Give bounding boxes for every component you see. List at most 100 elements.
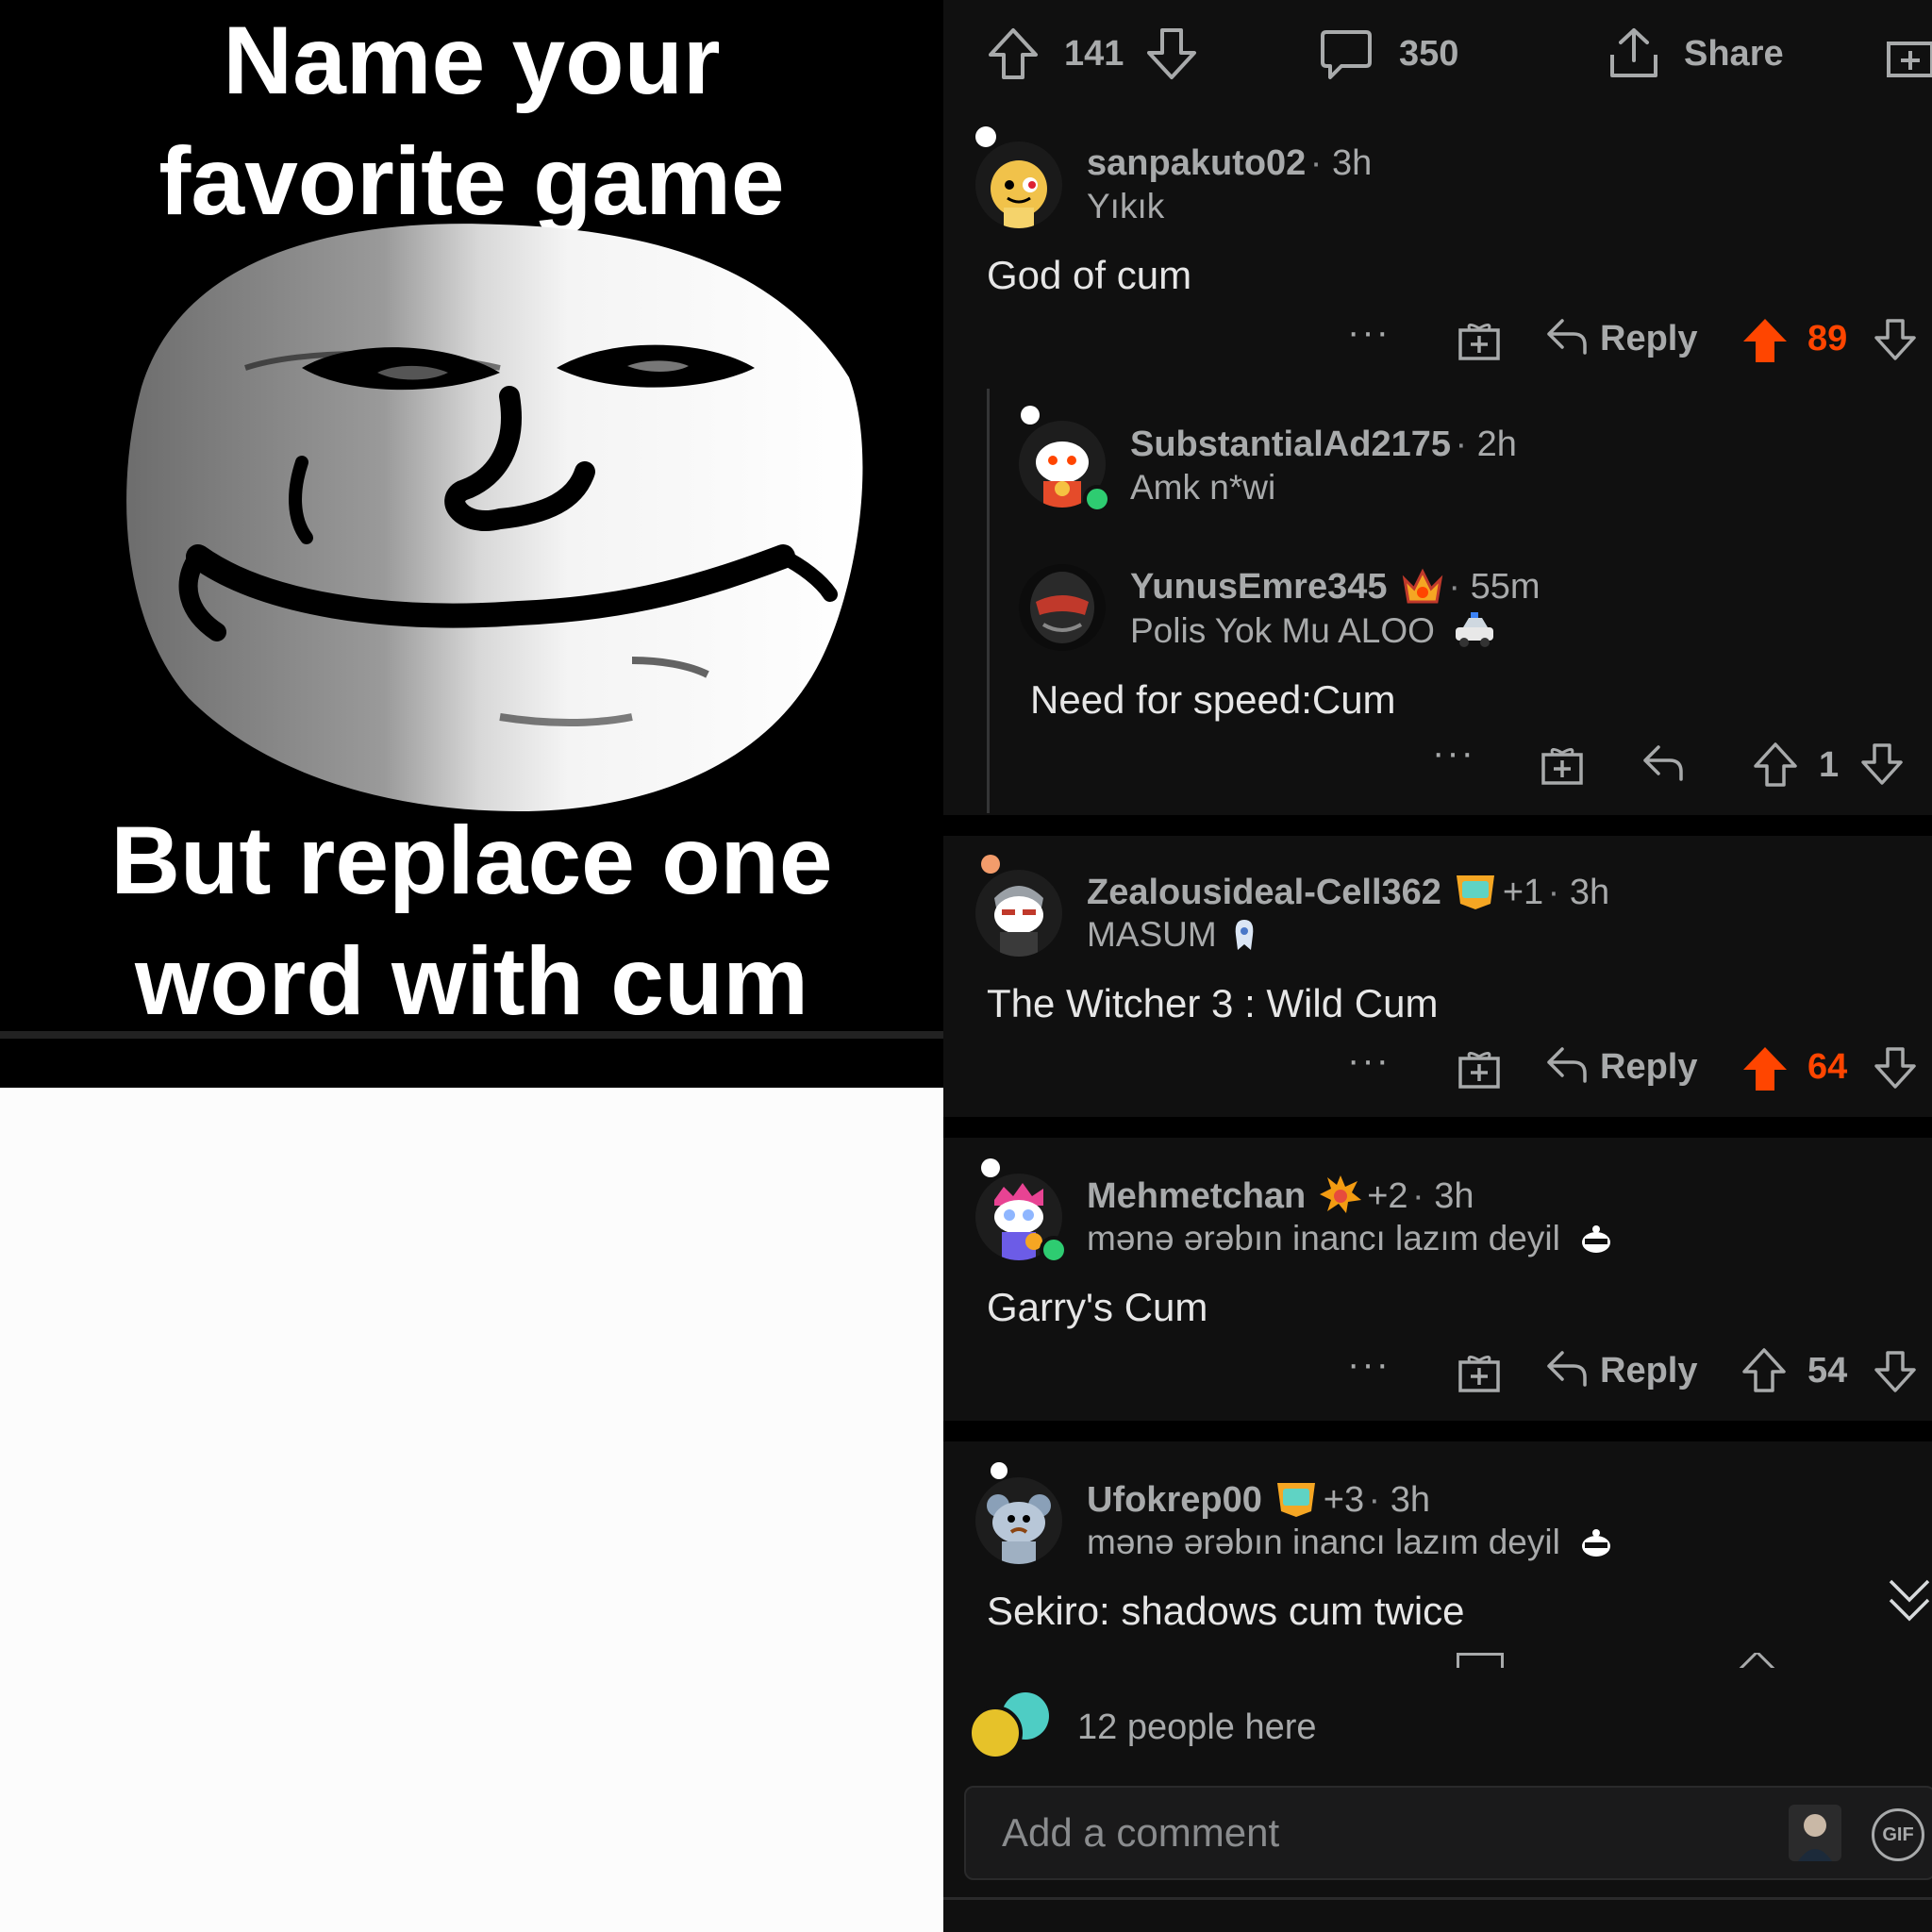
user-flair: Polis Yok Mu ALOO — [1130, 611, 1497, 651]
user-flair: MASUM — [1087, 915, 1257, 955]
avatar[interactable] — [975, 142, 1062, 228]
online-status-indicator — [1083, 485, 1111, 513]
more-options-icon[interactable]: ··· — [1347, 1040, 1391, 1082]
police-car-icon — [1456, 612, 1494, 647]
comment-actions: ··· Reply 64 — [943, 1040, 1932, 1096]
online-status-indicator — [1040, 1236, 1068, 1264]
user-flair: Amk n*wi — [1130, 468, 1276, 507]
user-flair-text: mənə ərəbın inancı lazım deyil — [1087, 1219, 1560, 1257]
reply-arrow-icon[interactable] — [1545, 1349, 1589, 1389]
upvote-arrow-icon[interactable] — [1753, 741, 1798, 789]
downvote-arrow-icon[interactable] — [1860, 741, 1904, 787]
home-indicator-divider — [943, 1897, 1932, 1900]
comment-actions: ··· 1 — [943, 732, 1932, 794]
comment-separator — [943, 815, 1932, 836]
reply-arrow-icon[interactable] — [1545, 317, 1589, 357]
snoo-antenna-icon — [975, 126, 996, 147]
presence-count: 12 people here — [1077, 1707, 1317, 1747]
avatar[interactable] — [975, 1477, 1062, 1564]
comment-score: 54 — [1807, 1351, 1848, 1391]
more-options-icon[interactable]: ··· — [1347, 311, 1391, 354]
reply-button[interactable]: Reply — [1600, 1047, 1697, 1088]
comment-input-placeholder[interactable]: Add a comment — [1002, 1810, 1279, 1856]
comment-score: 89 — [1807, 319, 1848, 358]
sunglasses-snoo-icon — [1582, 1529, 1611, 1557]
meme-bottom-line2: word with cum — [135, 927, 808, 1035]
upvote-arrow-icon[interactable] — [1741, 1045, 1789, 1092]
comment-bubble-icon[interactable] — [1319, 28, 1374, 81]
crown-award-icon — [1402, 568, 1443, 604]
award-count: +2 — [1367, 1176, 1408, 1216]
comment-actions: ··· Reply 54 — [943, 1343, 1932, 1400]
reply-arrow-icon[interactable] — [1545, 1045, 1589, 1085]
comment-separator — [943, 1421, 1932, 1441]
snoo-avatar-icon — [991, 160, 1047, 228]
more-options-icon[interactable]: ··· — [1347, 1343, 1391, 1386]
presence-bar: 12 people here — [943, 1668, 1932, 1781]
downvote-arrow-icon[interactable] — [1874, 1349, 1917, 1394]
comment-actions: ··· Reply 89 — [943, 311, 1932, 368]
comment-count[interactable]: 350 — [1399, 34, 1458, 75]
diamond-award-icon — [1277, 1483, 1316, 1517]
comment-time: 2h — [1476, 425, 1517, 464]
user-flair-text: Polis Yok Mu ALOO — [1130, 611, 1435, 650]
comment-time: 3h — [1569, 873, 1610, 912]
comment-separator — [943, 1117, 1932, 1138]
post-vote-count: 141 — [1064, 34, 1124, 74]
comment-body: Garry's Cum — [987, 1285, 1208, 1329]
comments-panel: 141 350 Share sanpakuto02 · 3h Yıkık God… — [943, 0, 1932, 1932]
sunglasses-snoo-icon — [1582, 1225, 1611, 1253]
avatar-sticker-icon[interactable] — [1789, 1805, 1841, 1861]
award-count: +1 — [1502, 873, 1544, 912]
comment-time: 3h — [1434, 1176, 1474, 1216]
username[interactable]: SubstantialAd2175 — [1130, 425, 1451, 464]
comment-composer[interactable]: Add a comment GIF — [964, 1786, 1932, 1880]
user-flair-text: MASUM — [1087, 915, 1217, 954]
meme-image[interactable]: Name your favorite game But replace one … — [0, 0, 943, 1088]
username[interactable]: sanpakuto02 — [1087, 143, 1306, 183]
comment-time: 3h — [1390, 1480, 1431, 1520]
upvote-arrow-icon[interactable] — [987, 26, 1040, 81]
downvote-arrow-icon[interactable] — [1145, 26, 1198, 81]
award-gift-icon[interactable] — [1885, 28, 1932, 79]
award-gift-icon[interactable] — [1457, 1349, 1502, 1394]
collapse-thread-chevron-icon[interactable] — [1887, 1577, 1932, 1624]
avatar[interactable] — [975, 870, 1062, 957]
more-options-icon[interactable]: ··· — [1432, 732, 1475, 774]
award-count: +3 — [1323, 1480, 1365, 1520]
ghost-emoji-icon — [1235, 920, 1254, 950]
username[interactable]: YunusEmre345 — [1130, 567, 1387, 607]
username[interactable]: Ufokrep00 — [1087, 1480, 1262, 1520]
upvote-arrow-icon[interactable] — [1741, 1347, 1787, 1394]
reply-button[interactable]: Reply — [1600, 319, 1697, 359]
award-gift-icon[interactable] — [1540, 741, 1585, 787]
downvote-arrow-icon[interactable] — [1874, 1045, 1917, 1091]
share-icon[interactable] — [1607, 25, 1661, 81]
upvote-arrow-icon[interactable] — [1741, 317, 1789, 364]
award-gift-icon[interactable] — [1457, 1045, 1502, 1091]
presence-avatar — [968, 1706, 1023, 1760]
helmet-avatar-icon — [1030, 572, 1094, 643]
username[interactable]: Mehmetchan — [1087, 1176, 1306, 1216]
username[interactable]: Zealousideal-Cell362 — [1087, 873, 1441, 912]
post-action-bar: 141 350 Share — [943, 0, 1932, 104]
diamond-award-icon — [1457, 875, 1495, 909]
meme-bottom-text: But replace one word with cum — [0, 800, 943, 1041]
meme-border-strip — [0, 1031, 943, 1039]
avatar[interactable] — [1019, 564, 1106, 651]
user-flair: mənə ərəbın inancı lazım deyil — [1087, 1523, 1613, 1562]
gif-button[interactable]: GIF — [1872, 1808, 1924, 1861]
comment-score: 64 — [1807, 1047, 1848, 1087]
downvote-arrow-icon[interactable] — [1874, 317, 1917, 362]
award-gift-icon[interactable] — [1457, 317, 1502, 362]
meme-bottom-line1: But replace one — [110, 807, 833, 914]
reply-arrow-icon[interactable] — [1641, 743, 1685, 783]
comment-header: Ufokrep00 +3 · 3h — [1087, 1477, 1430, 1521]
troll-face-illustration — [126, 224, 863, 811]
share-label[interactable]: Share — [1684, 34, 1784, 75]
reply-button[interactable]: Reply — [1600, 1351, 1697, 1391]
comment-time: 3h — [1331, 143, 1373, 183]
snoo-antenna-icon — [981, 1158, 1000, 1177]
blank-area — [0, 1088, 943, 1932]
burst-award-icon — [1319, 1175, 1361, 1213]
